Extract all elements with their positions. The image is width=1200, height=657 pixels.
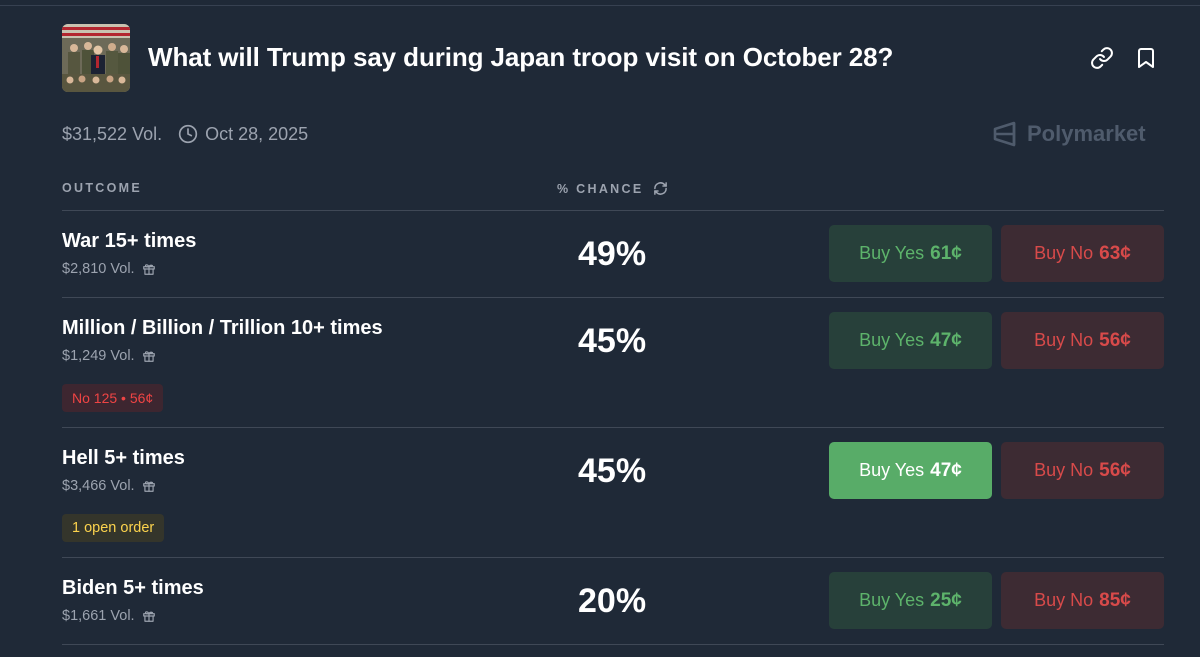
polymarket-brand: Polymarket — [992, 120, 1146, 148]
polymarket-logo — [993, 121, 1016, 147]
market-thumbnail — [62, 24, 130, 92]
outcome-row: Million / Billion / Trillion 10+ times $… — [62, 298, 1164, 428]
buy-no-price: 85¢ — [1099, 589, 1131, 611]
market-volume: $31,522 Vol. — [62, 123, 163, 144]
buy-yes-price: 47¢ — [930, 329, 962, 351]
outcome-volume-text: $1,661 Vol. — [62, 608, 135, 624]
buy-no-label: Buy No — [1034, 330, 1094, 350]
brand-name: Polymarket — [1027, 121, 1146, 146]
outcome-chance: 20% — [578, 582, 647, 620]
gift-icon[interactable] — [142, 349, 156, 363]
row-divider — [62, 644, 1164, 645]
buy-yes-label: Buy Yes — [859, 243, 925, 263]
market-thumbnail-image — [62, 24, 130, 92]
outcome-row: Hell 5+ times $3,466 Vol. 1 open order 4… — [62, 428, 1164, 558]
column-header-chance: % CHANCE — [557, 181, 668, 196]
column-header-chance-label: % CHANCE — [557, 181, 644, 196]
outcome-volume-text: $3,466 Vol. — [62, 478, 135, 494]
buy-no-label: Buy No — [1034, 460, 1094, 480]
buy-yes-price: 61¢ — [930, 242, 962, 264]
buy-yes-button[interactable]: Buy Yes 47¢ — [829, 312, 992, 369]
buy-yes-button[interactable]: Buy Yes 25¢ — [829, 572, 992, 629]
buy-no-label: Buy No — [1034, 243, 1094, 263]
outcome-volume: $3,466 Vol. — [62, 478, 156, 494]
outcome-volume-text: $1,249 Vol. — [62, 348, 135, 364]
market-end-date: Oct 28, 2025 — [205, 123, 309, 144]
outcome-chance: 45% — [578, 452, 647, 490]
outcome-row: Biden 5+ times $1,661 Vol. 20% Buy Yes 25… — [62, 558, 1164, 644]
outcome-volume: $1,249 Vol. — [62, 348, 156, 364]
outcome-volume-text: $2,810 Vol. — [62, 261, 135, 277]
gift-icon[interactable] — [142, 479, 156, 493]
market-title: What will Trump say during Japan troop v… — [148, 42, 894, 72]
market-header: What will Trump say during Japan troop v… — [62, 24, 1164, 92]
buy-no-price: 56¢ — [1099, 329, 1131, 351]
outcome-name: War 15+ times — [62, 230, 197, 252]
outcome-chance: 49% — [578, 235, 647, 273]
buy-no-button[interactable]: Buy No 63¢ — [1001, 225, 1164, 282]
outcome-name: Biden 5+ times — [62, 577, 204, 599]
buy-yes-button[interactable]: Buy Yes 47¢ — [829, 442, 992, 499]
market-meta: $31,522 Vol. Oct 28, 2025 — [62, 122, 308, 146]
buy-yes-label: Buy Yes — [859, 590, 925, 610]
outcome-volume: $2,810 Vol. — [62, 261, 156, 277]
outcome-volume: $1,661 Vol. — [62, 608, 156, 624]
outcome-chance: 45% — [578, 322, 647, 360]
buy-yes-button[interactable]: Buy Yes 61¢ — [829, 225, 992, 282]
buy-no-price: 63¢ — [1099, 242, 1131, 264]
buy-no-button[interactable]: Buy No 85¢ — [1001, 572, 1164, 629]
gift-icon[interactable] — [142, 609, 156, 623]
column-header-outcome: OUTCOME — [62, 181, 142, 195]
gift-icon[interactable] — [142, 262, 156, 276]
outcome-name: Million / Billion / Trillion 10+ times — [62, 317, 383, 339]
buy-yes-label: Buy Yes — [859, 330, 925, 350]
outcome-row: War 15+ times $2,810 Vol. 49% Buy Yes 61¢… — [62, 211, 1164, 297]
refresh-icon[interactable] — [653, 181, 668, 196]
open-order-badge[interactable]: 1 open order — [62, 514, 165, 542]
buy-yes-label: Buy Yes — [859, 460, 925, 480]
top-divider — [0, 5, 1200, 6]
buy-no-label: Buy No — [1034, 590, 1094, 610]
outcome-name: Hell 5+ times — [62, 447, 185, 469]
link-icon[interactable] — [1090, 46, 1114, 70]
position-badge[interactable]: No 125 • 56¢ — [62, 384, 164, 412]
buy-yes-price: 47¢ — [930, 459, 962, 481]
buy-no-button[interactable]: Buy No 56¢ — [1001, 312, 1164, 369]
bookmark-icon[interactable] — [1134, 46, 1158, 70]
buy-no-button[interactable]: Buy No 56¢ — [1001, 442, 1164, 499]
buy-yes-price: 25¢ — [930, 589, 962, 611]
clock-icon — [178, 124, 198, 144]
buy-no-price: 56¢ — [1099, 459, 1131, 481]
